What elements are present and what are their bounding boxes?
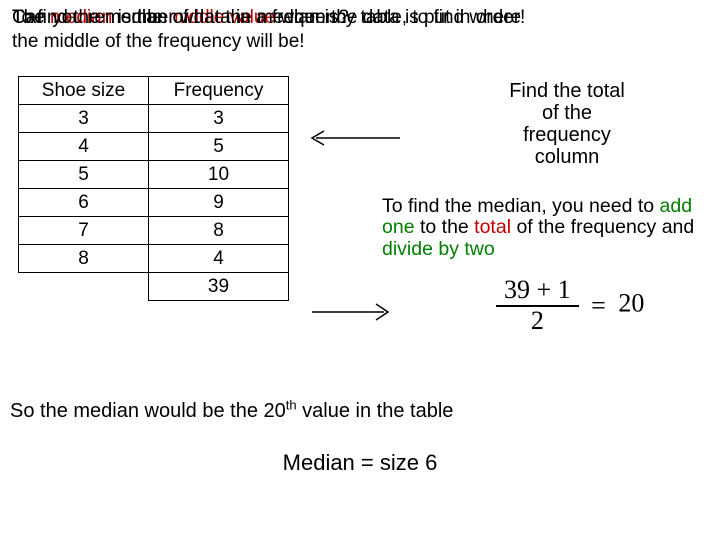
headline-overlap: The median is the middle value when the … [12,8,708,66]
ft-l3: frequency [523,124,611,146]
conclusion-line: So the median would be the 20th value in… [10,400,710,423]
ex-total: total [474,216,511,238]
cell-freq: 5 [149,133,289,161]
fraction-den: 2 [496,307,579,336]
arrow-right-icon [312,300,392,324]
mid-area: Shoe size Frequency 3 3 4 5 5 10 6 9 7 8 [12,76,708,336]
cell-freq: 4 [149,245,289,273]
cell-size: 6 [19,189,149,217]
table-row: 4 5 [19,133,289,161]
ft-l1: Find the total [509,80,625,102]
explain-text: To find the median, you need to add one … [382,196,712,260]
concl-b: value in the table [297,400,454,422]
col-header-size: Shoe size [19,77,149,105]
cell-freq: 10 [149,161,289,189]
find-total-text: Find the total of the frequency column [422,80,712,168]
ex-divide: divide by two [382,238,495,260]
cell-size: 4 [19,133,149,161]
formula-rhs: 20 [618,289,644,318]
table-row: 3 3 [19,105,289,133]
fraction: 39 + 1 2 [496,276,579,335]
concl-sup: th [286,397,297,412]
median-formula: 39 + 1 2 = 20 [496,276,644,335]
cell-size: 8 [19,245,149,273]
total-empty [19,273,149,301]
table-row: 8 4 [19,245,289,273]
table-total-row: 39 [19,273,289,301]
headline-layer-instr: To find the median of data in a frequenc… [12,8,708,28]
slide: The median is the middle value when the … [0,0,720,540]
col-header-freq: Frequency [149,77,289,105]
table-row: 7 8 [19,217,289,245]
cell-freq: 9 [149,189,289,217]
table-row: 5 10 [19,161,289,189]
equals-sign: = [585,291,612,320]
headline-line2: the middle of the frequency will be! [12,32,708,52]
cell-total: 39 [149,273,289,301]
ex-c: to the [415,216,475,238]
answer-text: Median = size 6 [283,450,438,475]
ft-l2: of the [542,102,592,124]
ex-e: of the frequency and [511,216,694,238]
cell-freq: 3 [149,105,289,133]
concl-a: So the median would be the 20 [10,400,286,422]
ft-l4: column [535,146,599,168]
cell-size: 7 [19,217,149,245]
answer-line: Median = size 6 [0,450,720,476]
cell-size: 5 [19,161,149,189]
right-text-block: Find the total of the frequency column T… [382,78,712,260]
frequency-table: Shoe size Frequency 3 3 4 5 5 10 6 9 7 8 [18,76,289,301]
ex-a: To find the median, you need to [382,195,660,217]
hl3: To find the median of data in a frequenc… [12,7,521,28]
cell-freq: 8 [149,217,289,245]
fraction-num: 39 + 1 [496,276,579,307]
hl-line2: the middle of the frequency will be! [12,31,305,52]
cell-size: 3 [19,105,149,133]
table-header-row: Shoe size Frequency [19,77,289,105]
table-row: 6 9 [19,189,289,217]
